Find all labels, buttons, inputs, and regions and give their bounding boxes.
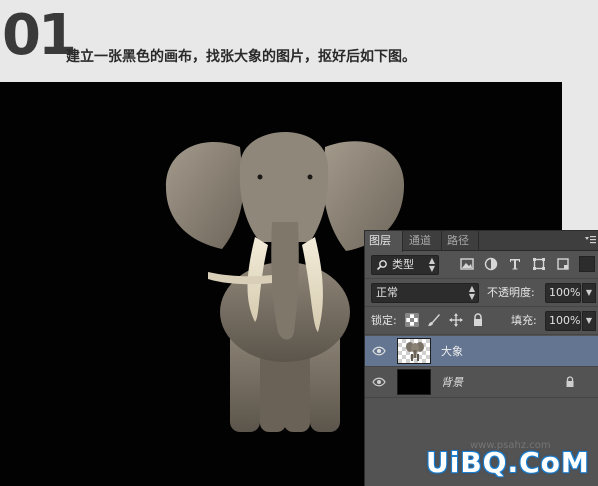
opacity-label: 不透明度: — [487, 286, 535, 299]
layer-name-background: 背景 — [441, 376, 463, 389]
tab-paths[interactable]: 路径 — [443, 231, 477, 251]
filter-row: 类型 ▲ ▼ — [365, 251, 598, 279]
tutorial-header: 01 建立一张黑色的画布，找张大象的图片，抠好后如下图。 — [0, 0, 598, 82]
step-number: 01 — [2, 3, 77, 68]
visibility-eye-icon[interactable] — [372, 345, 386, 357]
smart-object-filter-icon[interactable] — [555, 256, 571, 272]
tab-divider — [441, 231, 442, 251]
shape-filter-icon[interactable] — [531, 256, 547, 272]
adjustment-filter-icon[interactable] — [483, 256, 499, 272]
tab-divider — [478, 231, 479, 251]
panel-menu-icon[interactable] — [584, 234, 596, 246]
filter-type-value: 类型 — [392, 258, 414, 271]
fill-dropdown-button[interactable]: ▼ — [582, 311, 596, 331]
fill-label: 填充: — [511, 314, 537, 327]
filter-toggle[interactable] — [579, 256, 595, 272]
layer-thumbnail-background — [397, 369, 431, 395]
tab-channels[interactable]: 通道 — [405, 231, 439, 251]
layer-row-elephant[interactable]: 大象 — [365, 336, 598, 367]
step-instruction: 建立一张黑色的画布，找张大象的图片，抠好后如下图。 — [66, 49, 416, 65]
lock-all-icon[interactable] — [471, 313, 485, 327]
opacity-dropdown-button[interactable]: ▼ — [582, 283, 596, 303]
blend-mode-select[interactable]: 正常 ▲ ▼ — [371, 283, 479, 303]
blend-mode-value: 正常 — [376, 286, 398, 299]
search-icon — [376, 260, 387, 271]
select-arrows-icon: ▲ ▼ — [468, 284, 475, 301]
layer-lock-icon — [566, 376, 574, 387]
tab-layers[interactable]: 图层 — [365, 231, 403, 252]
opacity-input[interactable]: 100% — [545, 283, 581, 303]
blend-row: 正常 ▲ ▼ 不透明度: 100% ▼ — [365, 279, 598, 307]
site-watermark: UiBQ.CoM — [426, 446, 590, 479]
lock-label: 锁定: — [371, 314, 397, 327]
lock-position-icon[interactable] — [449, 313, 463, 327]
image-filter-icon[interactable] — [459, 256, 475, 272]
panel-tabs: 图层 通道 路径 — [365, 231, 598, 252]
layer-thumbnail-elephant — [397, 338, 431, 364]
fill-input[interactable]: 100% — [545, 311, 581, 331]
layer-row-background[interactable]: 背景 — [365, 367, 598, 398]
lock-image-icon[interactable] — [427, 313, 441, 327]
layer-name-elephant: 大象 — [441, 345, 463, 358]
elephant-thumbnail-icon — [406, 342, 424, 361]
lock-row: 锁定: 填充: 100% ▼ — [365, 307, 598, 335]
visibility-eye-icon[interactable] — [372, 376, 386, 388]
type-filter-icon[interactable] — [507, 256, 523, 272]
lock-transparent-icon[interactable] — [405, 313, 419, 327]
select-arrows-icon: ▲ ▼ — [428, 256, 435, 273]
filter-type-select[interactable]: 类型 ▲ ▼ — [371, 255, 439, 275]
